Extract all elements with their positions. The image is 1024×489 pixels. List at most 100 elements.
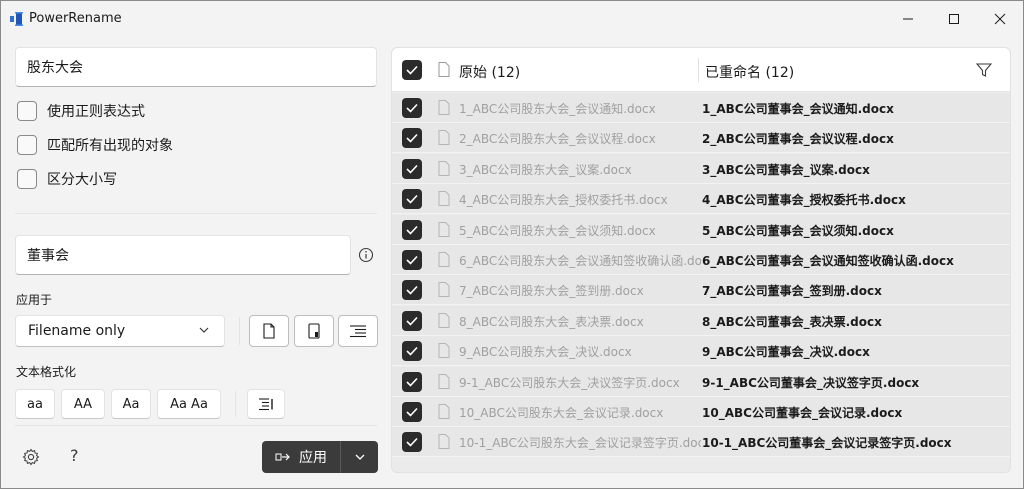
document-icon bbox=[438, 373, 450, 389]
minimize-button[interactable] bbox=[885, 1, 931, 37]
file-icon bbox=[263, 323, 275, 339]
original-filename: 4_ABC公司股东大会_授权委托书.docx bbox=[459, 193, 668, 208]
uppercase-button[interactable]: AA bbox=[61, 389, 105, 419]
row-checkbox[interactable] bbox=[402, 128, 422, 149]
divider bbox=[15, 213, 377, 214]
renamed-filename: 1_ABC公司董事会_会议通知.docx bbox=[702, 102, 894, 116]
checkmark-icon bbox=[406, 164, 418, 174]
help-icon[interactable]: ? bbox=[70, 446, 79, 465]
checkmark-icon bbox=[406, 195, 418, 204]
document-icon bbox=[438, 221, 450, 237]
renamed-filename: 10_ABC公司董事会_会议记录.docx bbox=[702, 406, 903, 420]
file-extension-icon bbox=[308, 323, 320, 339]
info-icon[interactable] bbox=[358, 247, 374, 263]
close-button[interactable] bbox=[977, 1, 1023, 37]
maximize-icon bbox=[949, 14, 959, 24]
checkbox-box[interactable] bbox=[17, 169, 37, 189]
renamed-filename: 9-1_ABC公司董事会_决议签字页.docx bbox=[702, 375, 920, 390]
renamed-filename: 2_ABC公司董事会_会议议程.docx bbox=[702, 132, 894, 147]
renamed-filename: 5_ABC公司董事会_会议须知.docx bbox=[702, 223, 894, 238]
maximize-button[interactable] bbox=[931, 1, 977, 37]
checkmark-icon bbox=[406, 316, 418, 326]
file-row[interactable]: 1_ABC公司股东大会_会议通知.docx 1_ABC公司董事会_会议通知.doc… bbox=[392, 93, 1010, 123]
chevron-down-icon bbox=[199, 327, 209, 333]
apply-options-dropdown[interactable] bbox=[341, 441, 378, 473]
filename-only-button[interactable] bbox=[249, 315, 289, 347]
original-filename: 9-1_ABC公司股东大会_决议签字页.docx bbox=[459, 375, 680, 390]
replace-input[interactable]: 董事会 bbox=[15, 235, 351, 275]
checkmark-icon bbox=[406, 225, 418, 235]
row-checkbox[interactable] bbox=[402, 219, 422, 240]
row-checkbox[interactable] bbox=[402, 280, 422, 301]
document-icon bbox=[438, 312, 450, 328]
file-row[interactable]: 7_ABC公司股东大会_签到册.docx 7_ABC公司董事会_签到册.docx bbox=[392, 275, 1010, 306]
row-checkbox[interactable] bbox=[402, 371, 422, 392]
checkmark-icon bbox=[406, 65, 418, 75]
row-checkbox[interactable] bbox=[402, 158, 422, 179]
file-row[interactable]: 8_ABC公司股东大会_表决票.docx 8_ABC公司董事会_表决票.docx bbox=[392, 305, 1010, 336]
document-icon bbox=[438, 404, 450, 419]
document-icon bbox=[438, 62, 450, 77]
file-row[interactable]: 10-1_ABC公司股东大会_会议记录签字页.docx 10-1_ABC公司董事会… bbox=[392, 427, 1010, 458]
select-all-checkbox[interactable] bbox=[402, 60, 422, 80]
titlecase-button[interactable]: Aa bbox=[111, 389, 151, 419]
original-filename: 8_ABC公司股东大会_表决票.docx bbox=[459, 314, 644, 329]
options-panel: 股东大会 使用正则表达式 匹配所有出现的对象 区分大小写 董事会 应用于 Fil… bbox=[1, 37, 391, 487]
row-checkbox[interactable] bbox=[402, 402, 422, 422]
powerrename-app-icon bbox=[10, 12, 23, 26]
extension-only-button[interactable] bbox=[294, 315, 334, 347]
original-filename: 1_ABC公司股东大会_会议通知.docx bbox=[459, 102, 656, 116]
renamed-filename: 10-1_ABC公司董事会_会议记录签字页.docx bbox=[702, 436, 952, 451]
lowercase-button[interactable]: aa bbox=[15, 389, 55, 419]
checkmark-icon bbox=[406, 103, 418, 113]
case-sensitive-checkbox[interactable]: 区分大小写 bbox=[17, 169, 117, 189]
checkmark-icon bbox=[406, 407, 418, 417]
apply-to-dropdown[interactable]: Filename only bbox=[15, 315, 225, 347]
file-row[interactable]: 9_ABC公司股东大会_决议.docx 9_ABC公司董事会_决议.docx bbox=[392, 336, 1010, 367]
list-header: 原始 (12) 已重命名 (12) bbox=[392, 48, 1010, 92]
file-row[interactable]: 10_ABC公司股东大会_会议记录.docx 10_ABC公司董事会_会议记录.d… bbox=[392, 397, 1010, 427]
checkbox-label: 匹配所有出现的对象 bbox=[47, 138, 173, 154]
vertical-separator bbox=[235, 391, 236, 417]
divider bbox=[15, 425, 377, 426]
checkmark-icon bbox=[406, 347, 418, 356]
file-row[interactable]: 4_ABC公司股东大会_授权委托书.docx 4_ABC公司董事会_授权委托书.d… bbox=[392, 184, 1010, 215]
title-bar: PowerRename bbox=[1, 1, 1023, 37]
enumerate-button[interactable] bbox=[247, 389, 285, 419]
checkbox-box[interactable] bbox=[17, 135, 37, 155]
row-checkbox[interactable] bbox=[402, 432, 422, 453]
file-row[interactable]: 6_ABC公司股东大会_会议通知签收确认函.docx 6_ABC公司董事会_会议通… bbox=[392, 245, 1010, 275]
checkbox-box[interactable] bbox=[17, 101, 37, 121]
apply-split-button[interactable]: 应用 bbox=[262, 441, 378, 473]
row-checkbox[interactable] bbox=[402, 189, 422, 210]
filename-and-extension-button[interactable] bbox=[338, 315, 378, 347]
document-icon bbox=[438, 282, 450, 298]
row-checkbox[interactable] bbox=[402, 310, 422, 331]
checkmark-icon bbox=[406, 377, 418, 387]
row-checkbox[interactable] bbox=[402, 98, 422, 118]
settings-gear-icon[interactable] bbox=[22, 448, 40, 466]
search-input[interactable]: 股东大会 bbox=[15, 47, 377, 87]
original-filename: 2_ABC公司股东大会_会议议程.docx bbox=[459, 132, 656, 147]
match-all-checkbox[interactable]: 匹配所有出现的对象 bbox=[17, 135, 173, 155]
renamed-filename: 3_ABC公司董事会_议案.docx bbox=[702, 162, 870, 177]
use-regex-checkbox[interactable]: 使用正则表达式 bbox=[17, 101, 145, 121]
row-checkbox[interactable] bbox=[402, 341, 422, 362]
row-checkbox[interactable] bbox=[402, 250, 422, 270]
original-filename: 9_ABC公司股东大会_决议.docx bbox=[459, 345, 632, 360]
filter-icon[interactable] bbox=[976, 62, 992, 78]
file-row[interactable]: 5_ABC公司股东大会_会议须知.docx 5_ABC公司董事会_会议须知.doc… bbox=[392, 214, 1010, 245]
file-row[interactable]: 2_ABC公司股东大会_会议议程.docx 2_ABC公司董事会_会议议程.doc… bbox=[392, 123, 1010, 154]
original-filename: 6_ABC公司股东大会_会议通知签收确认函.docx bbox=[459, 254, 701, 268]
file-row[interactable]: 3_ABC公司股东大会_议案.docx 3_ABC公司董事会_议案.docx bbox=[392, 153, 1010, 184]
checkmark-icon bbox=[406, 255, 418, 265]
apply-button[interactable]: 应用 bbox=[262, 441, 340, 473]
file-row[interactable]: 9-1_ABC公司股东大会_决议签字页.docx 9-1_ABC公司董事会_决议签… bbox=[392, 366, 1010, 397]
original-column-header: 原始 (12) bbox=[459, 65, 521, 81]
capitalize-words-button[interactable]: Aa Aa bbox=[157, 389, 221, 419]
checkbox-label: 使用正则表达式 bbox=[47, 104, 145, 120]
renamed-filename: 6_ABC公司董事会_会议通知签收确认函.docx bbox=[702, 254, 954, 268]
numbered-list-icon bbox=[259, 398, 273, 411]
checkbox-label: 区分大小写 bbox=[47, 172, 117, 188]
column-divider bbox=[698, 58, 699, 82]
